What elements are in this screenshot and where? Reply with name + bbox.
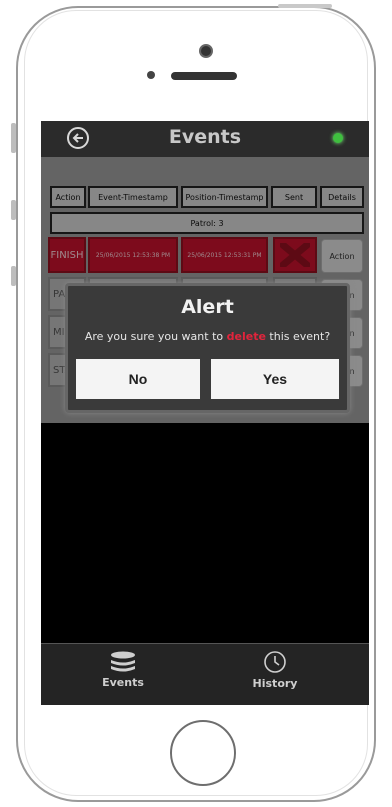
page-title: Events [168,126,242,148]
database-icon [111,651,135,672]
top-bar: Events [41,121,369,157]
tab-events-label: Events [102,676,144,689]
front-camera [199,44,213,58]
bottom-tab-bar: Events History [41,643,369,705]
alert-message-delete-word: delete [226,330,266,343]
mute-switch [11,123,16,153]
no-button[interactable]: No [76,359,200,399]
home-button[interactable] [170,720,236,786]
tab-history[interactable]: History [205,644,369,705]
alert-message: Are you sure you want to delete this eve… [68,330,347,343]
delete-alert-dialog: Alert Are you sure you want to delete th… [65,283,350,413]
tab-history-label: History [252,677,298,690]
alert-message-before: Are you sure you want to [84,330,227,343]
alert-title: Alert [181,296,234,318]
alert-message-after: this event? [265,330,331,343]
power-button [278,4,332,8]
tab-events[interactable]: Events [41,644,205,705]
clock-icon [264,651,286,673]
yes-button[interactable]: Yes [211,359,339,399]
status-dot-icon [333,133,343,143]
volume-down-button [11,266,16,286]
app-screen: Events Action Event-Timestamp Position-T… [41,121,369,705]
volume-up-button [11,200,16,220]
proximity-sensor [147,71,155,79]
earpiece-speaker [171,72,237,80]
